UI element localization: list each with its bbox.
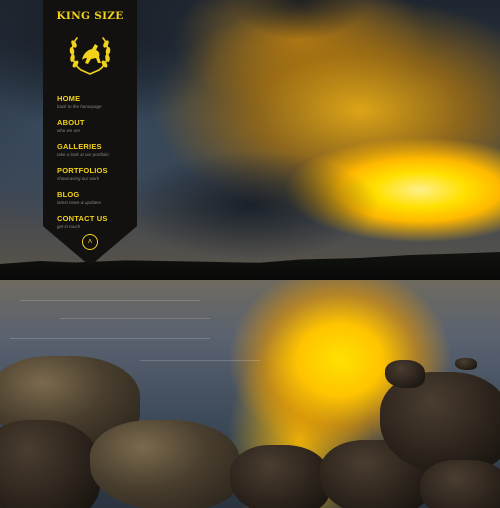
menu-item-blog[interactable]: BLOG latest news & updates: [57, 190, 133, 206]
menu-label[interactable]: GALLERIES: [57, 142, 133, 152]
chevron-up-icon[interactable]: ˄: [82, 234, 98, 250]
foreground-rock: [455, 358, 477, 370]
menu-sublabel: showcasing our work: [57, 176, 100, 181]
menu-label[interactable]: PORTFOLIOS: [57, 166, 133, 176]
dark-cloud: [120, 150, 380, 260]
navigation-ribbon: KING SIZE HOME back to the homepage ABOU…: [43, 0, 137, 266]
water-ripple: [10, 338, 210, 339]
foreground-rock: [230, 445, 330, 508]
foreground-rock: [90, 420, 240, 508]
menu-label[interactable]: ABOUT: [57, 118, 133, 128]
menu-label[interactable]: HOME: [57, 94, 133, 104]
menu-label[interactable]: CONTACT US: [57, 214, 133, 224]
water-ripple: [20, 300, 200, 301]
menu-item-portfolios[interactable]: PORTFOLIOS showcasing our work: [57, 166, 133, 182]
water-ripple: [140, 360, 260, 361]
site-title[interactable]: KING SIZE: [43, 10, 137, 22]
menu-label[interactable]: BLOG: [57, 190, 133, 200]
menu-sublabel: who we are: [57, 128, 81, 133]
foreground-rock: [385, 360, 425, 388]
menu-sublabel: get in touch: [57, 224, 81, 229]
main-menu: HOME back to the homepage ABOUT who we a…: [57, 94, 133, 238]
menu-sublabel: back to the homepage: [57, 104, 102, 109]
foreground-rock: [0, 420, 100, 508]
menu-item-contact[interactable]: CONTACT US get in touch: [57, 214, 133, 230]
menu-sublabel: latest news & updates: [57, 200, 102, 205]
laurel-wreath-horse-icon[interactable]: [65, 30, 115, 78]
menu-item-about[interactable]: ABOUT who we are: [57, 118, 133, 134]
water-ripple: [60, 318, 210, 319]
menu-item-galleries[interactable]: GALLERIES take a look at our portfolio: [57, 142, 133, 158]
foreground-rock: [420, 460, 500, 508]
menu-item-home[interactable]: HOME back to the homepage: [57, 94, 133, 110]
menu-sublabel: take a look at our portfolio: [57, 152, 109, 157]
